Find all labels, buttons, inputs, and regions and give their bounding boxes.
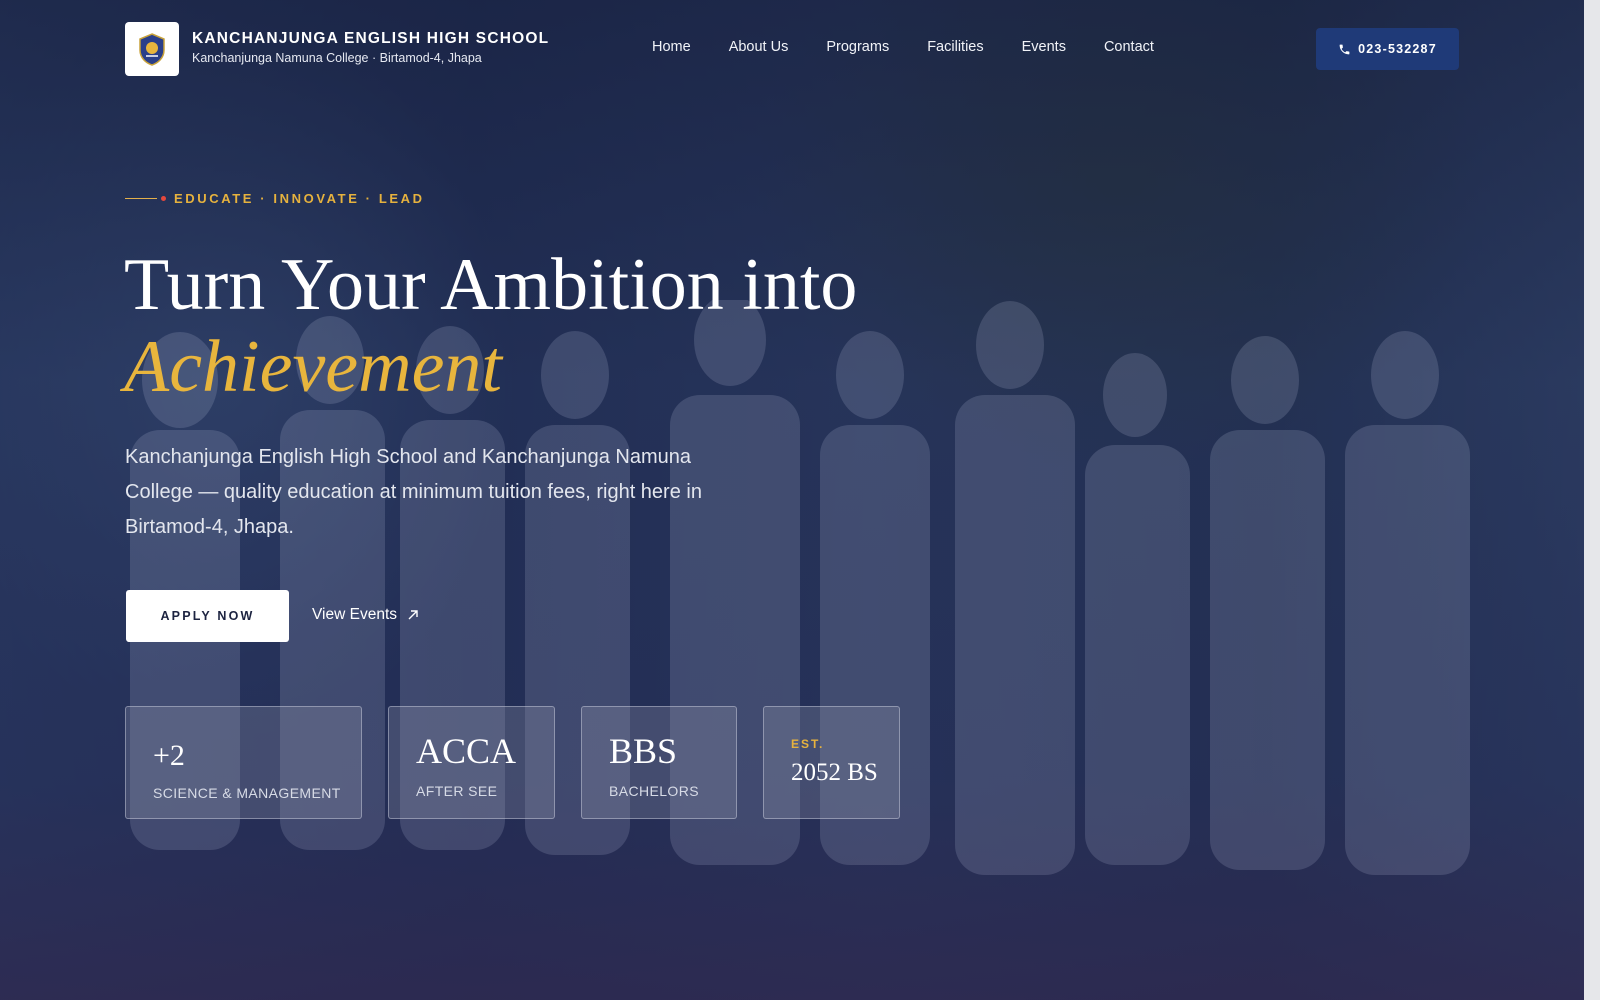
school-crest-icon [139, 33, 165, 66]
established-year: 2052 BS [791, 759, 878, 786]
phone-button[interactable]: 023-532287 [1316, 28, 1459, 70]
phone-number: 023-532287 [1358, 42, 1437, 56]
view-events-label: View Events [312, 606, 398, 623]
page-scrollbar[interactable] [1584, 0, 1600, 1000]
stat-value: BBS [609, 731, 678, 771]
stat-card-established: EST. 2052 BS [763, 706, 900, 819]
headline-accent: Achievement [124, 326, 502, 408]
arrow-up-right-icon [408, 610, 418, 620]
hero-lead-text: Kanchanjunga English High School and Kan… [125, 446, 702, 538]
headline-line1: Turn Your Ambition into [124, 244, 858, 326]
view-events-link[interactable]: View Events [312, 606, 419, 624]
hero-headline: Turn Your Ambition into Achievement [124, 244, 857, 408]
nav-events[interactable]: Events [1022, 39, 1066, 55]
nav-facilities[interactable]: Facilities [927, 39, 983, 55]
tagline-rule [125, 197, 157, 200]
stat-label: SCIENCE & MANAGEMENT [153, 785, 341, 801]
hero-tagline: EDUCATE · INNOVATE · LEAD [125, 191, 425, 206]
stat-card-plus-two: +2 SCIENCE & MANAGEMENT [125, 706, 362, 819]
tagline-text: EDUCATE · INNOVATE · LEAD [174, 191, 425, 206]
stat-label: AFTER SEE [416, 783, 498, 799]
stat-card-acca: ACCA AFTER SEE [388, 706, 555, 819]
school-subtitle: Kanchanjunga Namuna College · Birtamod-4… [192, 51, 482, 65]
stat-value: ACCA [416, 731, 517, 771]
main-nav: Home About Us Programs Facilities Events… [652, 39, 1192, 55]
established-label: EST. [791, 737, 825, 751]
stat-card-bbs: BBS BACHELORS [581, 706, 737, 819]
stat-value: +2 [153, 739, 185, 772]
school-logo[interactable] [125, 22, 179, 76]
nav-home[interactable]: Home [652, 39, 691, 55]
nav-about-us[interactable]: About Us [729, 39, 789, 55]
phone-icon [1339, 44, 1350, 54]
apply-now-button[interactable]: APPLY NOW [126, 590, 289, 642]
stat-label: BACHELORS [609, 783, 699, 799]
nav-contact[interactable]: Contact [1104, 39, 1154, 55]
tagline-dot [161, 196, 166, 201]
school-name: KANCHANJUNGA ENGLISH HIGH SCHOOL [192, 30, 550, 47]
nav-programs[interactable]: Programs [826, 39, 889, 55]
